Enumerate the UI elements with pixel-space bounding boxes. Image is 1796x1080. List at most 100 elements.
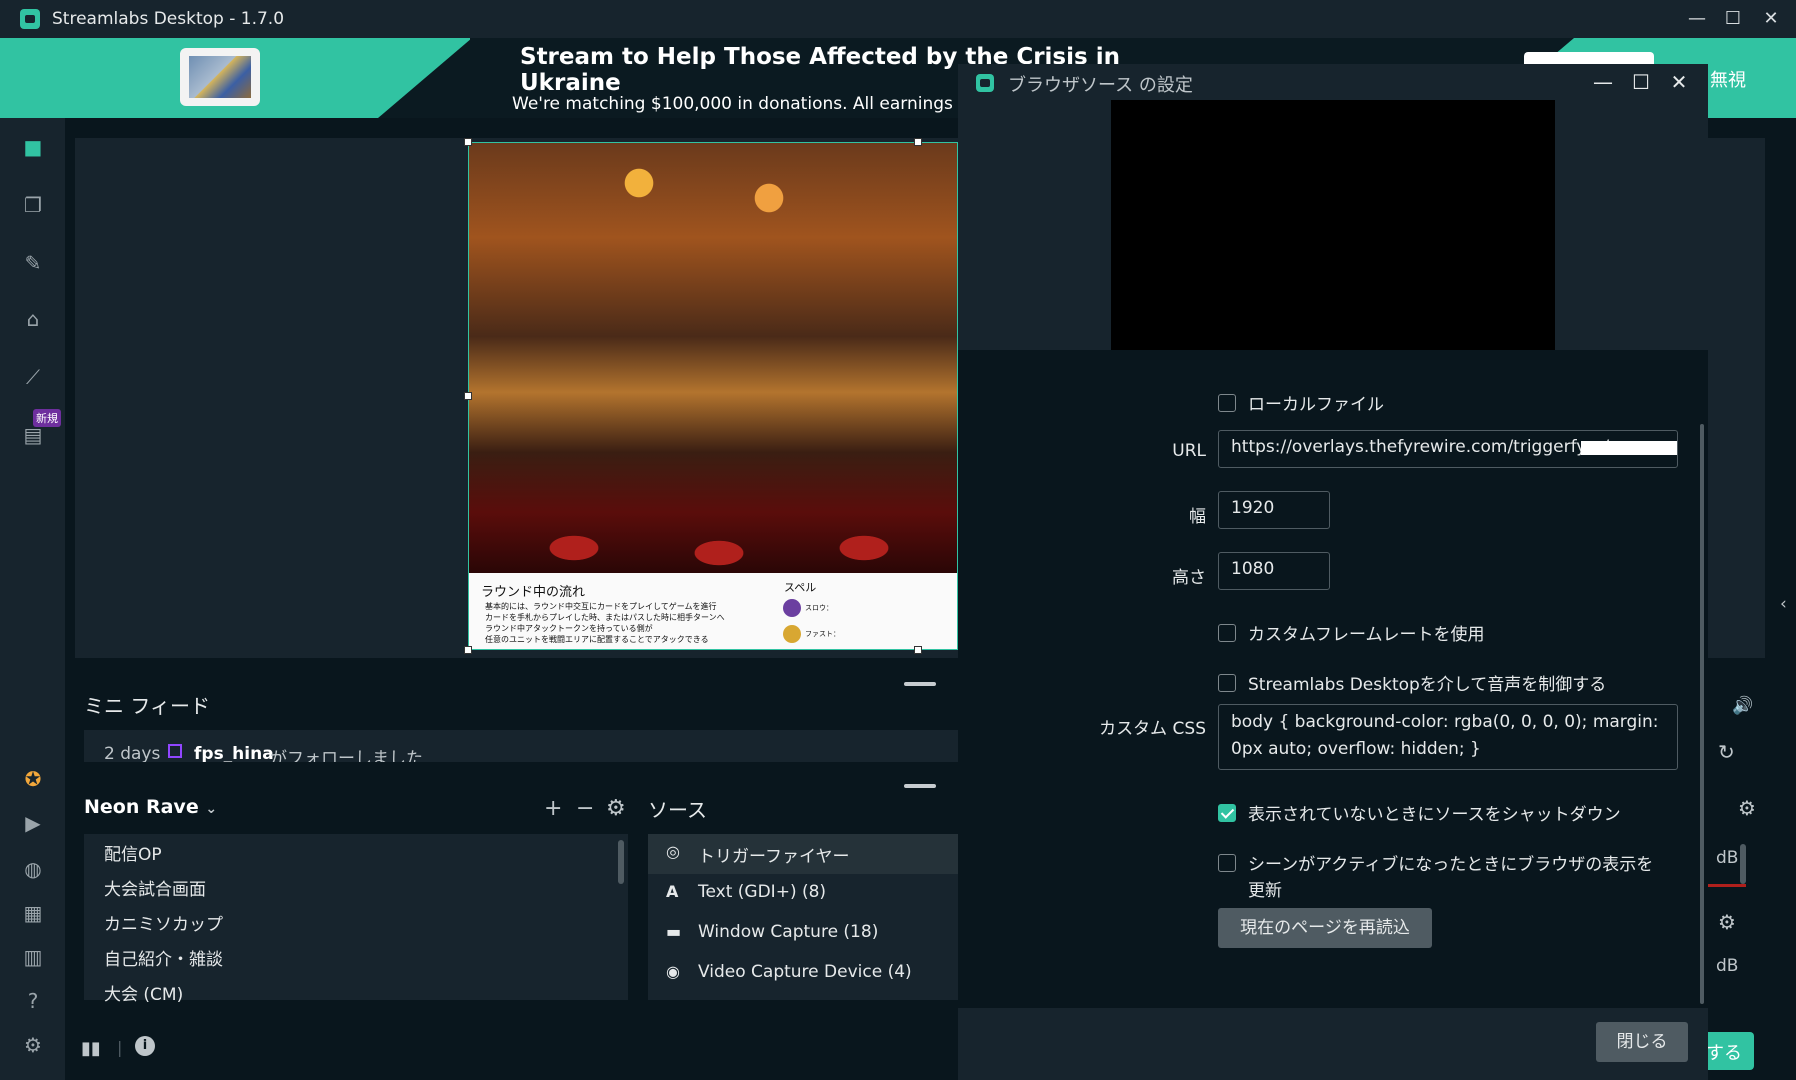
caption-line: ラウンド中アタックトークンを持っている側が [485,624,653,633]
streamlabs-logo-icon [20,9,40,29]
close-button[interactable]: 閉じる [1596,1022,1688,1062]
panel-resize-grip[interactable] [904,784,936,788]
dialog-form: ローカルファイル URL https://overlays.thefyrewir… [958,350,1708,1008]
chat-bubble-icon[interactable]: ◍ [20,856,46,882]
custom-css-textarea[interactable]: body { background-color: rgba(0, 0, 0, 0… [1218,704,1678,770]
caption-line: 任意のユニットを戦闘エリアに配置することでアタックできる [485,635,709,644]
feed-entry[interactable]: 2 days fps_hina がフォローしました [84,730,964,762]
volume-icon[interactable]: 🔊 [1732,696,1753,716]
refresh-on-active-label-2: 更新 [1248,881,1282,901]
mixer-settings-gear-icon[interactable]: ⚙ [1718,910,1736,934]
help-icon[interactable]: ? [20,988,46,1014]
scene-item[interactable]: 大会試合画面 [104,875,206,900]
dialog-title: ブラウザソース の設定 [1008,75,1193,96]
scene-item[interactable]: 自己紹介・雑談 [104,945,223,970]
themes-tools-icon[interactable]: ✎ [20,250,46,276]
scene-settings-gear-icon[interactable]: ⚙ [606,796,626,821]
local-file-label: ローカルファイル [1248,395,1384,415]
scenes-scrollbar[interactable] [618,840,624,884]
source-item[interactable]: A Text (GDI+) (8) [648,874,958,914]
shutdown-when-hidden-label: 表示されていないときにソースをシャットダウン [1248,805,1621,825]
width-label: 幅 [1189,507,1206,527]
shutdown-when-hidden-checkbox[interactable] [1218,804,1236,822]
source-item[interactable]: ◉ Video Capture Device (4) [648,954,958,994]
reload-page-button[interactable]: 現在のページを再読込 [1218,908,1432,948]
chevron-down-icon: ⌄ [205,801,218,817]
media-play-icon[interactable]: ▶ [20,810,46,836]
info-icon[interactable]: i [135,1036,155,1056]
editor-camera-icon[interactable]: ■ [20,134,46,160]
dialog-minimize-icon[interactable]: — [1588,67,1618,97]
resize-handle[interactable] [464,646,472,654]
prime-star-icon[interactable]: ✪ [20,766,46,792]
banner-subtext: We're matching $100,000 in donations. Al… [512,94,962,114]
performance-chart-icon[interactable]: ▮▮ [81,1038,101,1059]
height-input[interactable]: 1080 [1218,552,1330,590]
dialog-close-icon[interactable]: ✕ [1664,67,1694,97]
local-file-checkbox[interactable] [1218,394,1236,412]
dialog-title-bar: ブラウザソース の設定 — ☐ ✕ [958,64,1708,100]
remove-scene-icon[interactable]: − [576,796,594,821]
dialog-maximize-icon[interactable]: ☐ [1626,67,1656,97]
close-icon[interactable]: ✕ [1756,4,1786,34]
source-label: Window Capture (18) [698,922,879,942]
layout-grid-icon[interactable]: ▦ [20,900,46,926]
left-navigation: ■ ❐ ✎ ⌂ ⟋ ▤ ✪ ▶ ◍ ▦ ▥ ? ⚙ [0,118,65,1080]
app-title-bar: Streamlabs Desktop - 1.7.0 — ☐ ✕ [0,0,1796,38]
slow-spell-icon [783,599,801,617]
add-scene-icon[interactable]: + [544,796,562,821]
refresh-on-active-label-1: シーンがアクティブになったときにブラウザの表示を [1248,855,1654,875]
control-audio-label: Streamlabs Desktopを介して音声を制御する [1248,675,1607,695]
caption-spell-fast: ファスト： [805,630,840,638]
maximize-icon[interactable]: ☐ [1718,4,1748,34]
resize-handle[interactable] [914,138,922,146]
banner-image [180,48,260,106]
mini-feed-title: ミニ フィード [84,694,210,718]
resize-handle[interactable] [464,138,472,146]
sources-title: ソース [648,798,707,822]
refresh-on-active-checkbox[interactable] [1218,854,1236,872]
resize-handle[interactable] [914,646,922,654]
banner-dismiss-button[interactable]: 無視 [1710,66,1746,92]
scenes-list: 配信OP 大会試合画面 カニミソカップ 自己紹介・雑談 大会 (CM) [84,834,628,1005]
collapse-chevron-icon[interactable]: ‹ [1780,594,1787,614]
scene-item[interactable]: カニミソカップ [104,910,223,935]
custom-fps-checkbox[interactable] [1218,624,1236,642]
url-input[interactable]: https://overlays.thefyrewire.com/trigger… [1218,430,1678,468]
streamlabs-logo-icon [976,74,994,92]
dialog-scrollbar[interactable] [1700,424,1704,1004]
minimize-icon[interactable]: — [1682,4,1712,34]
panel-resize-grip[interactable] [904,682,936,686]
source-item[interactable]: ▬ Window Capture (18) [648,914,958,954]
scene-collection-selector[interactable]: Neon Rave ⌄ [84,796,217,818]
new-badge: 新規 [33,409,61,427]
dashboard-chart-icon[interactable]: ⟋ [20,364,46,390]
studio-mode-icon[interactable]: ▥ [20,944,46,970]
scene-item[interactable]: 配信OP [104,840,162,865]
caption-spell-slow: スロウ： [805,604,833,612]
control-audio-checkbox[interactable] [1218,674,1236,692]
window-icon: ▬ [666,922,682,941]
twitch-icon [168,744,182,758]
source-label: Video Capture Device (4) [698,962,912,982]
url-value: https://overlays.thefyrewire.com/trigger… [1231,437,1610,457]
source-preview [1111,100,1555,350]
source-label: Text (GDI+) (8) [698,882,827,902]
width-input[interactable]: 1920 [1218,491,1330,529]
scene-item[interactable]: 大会 (CM) [104,980,183,1005]
settings-gear-icon[interactable]: ⚙ [20,1032,46,1058]
scene-collection-name: Neon Rave [84,796,199,818]
mixer-scrollbar[interactable] [1740,844,1746,884]
resize-handle[interactable] [464,392,472,400]
browser-source-settings-dialog: ブラウザソース の設定 — ☐ ✕ ローカルファイル URL https://o… [958,64,1708,1080]
source-item[interactable]: ◎ トリガーファイヤー [648,834,958,874]
layout-copy-icon[interactable]: ❐ [20,192,46,218]
feed-user: fps_hina [194,744,274,762]
window-title: Streamlabs Desktop - 1.7.0 [52,9,285,29]
mixer-settings-gear-icon[interactable]: ⚙ [1738,796,1756,820]
app-store-icon[interactable]: ⌂ [20,306,46,332]
sources-list: ◎ トリガーファイヤー A Text (GDI+) (8) ▬ Window C… [648,834,958,1000]
refresh-icon[interactable]: ↻ [1718,740,1735,764]
globe-icon: ◎ [666,842,680,861]
preview-canvas[interactable]: ラウンド中の流れ 基本的には、ラウンド中交互にカードをプレイしてゲームを進行 カ… [468,142,958,650]
